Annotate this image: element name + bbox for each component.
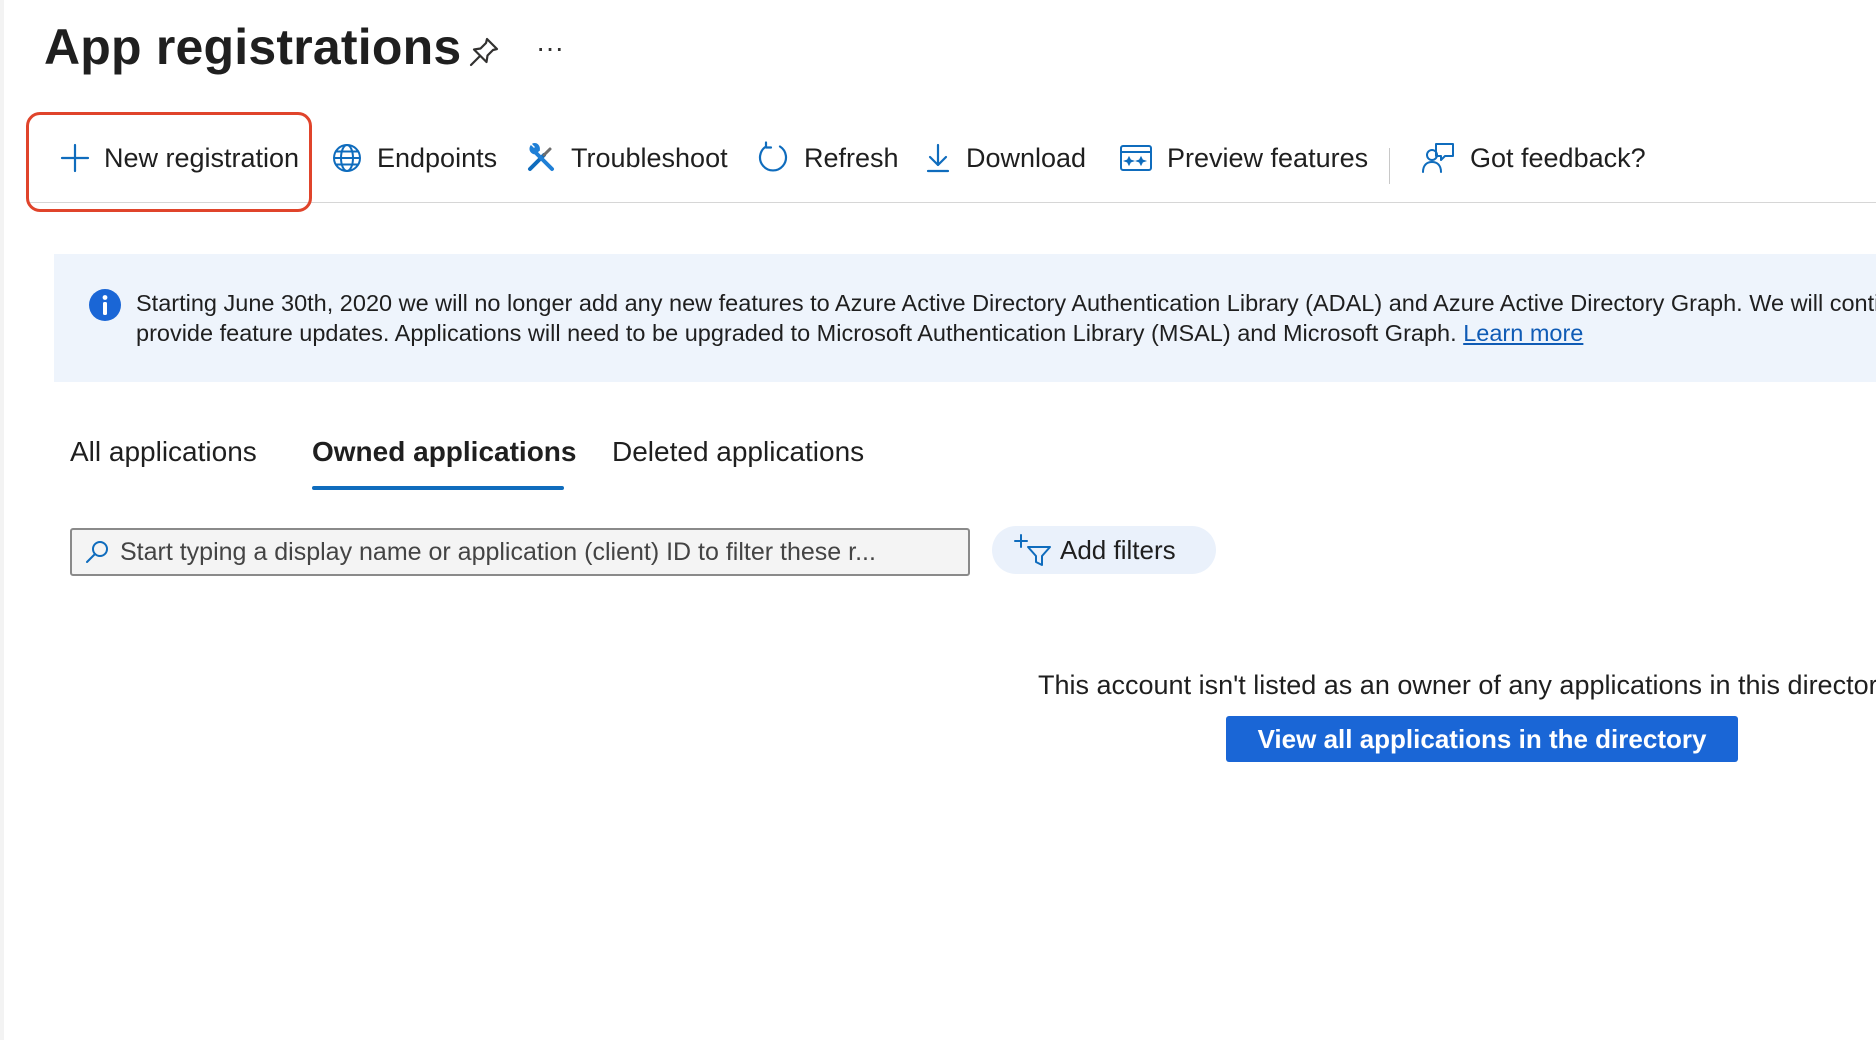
command-bar: New registration Endpoints Troubleshoot (28, 112, 1876, 204)
refresh-icon (758, 141, 788, 172)
search-box[interactable] (70, 528, 970, 576)
banner-line-2-text: provide feature updates. Applications wi… (136, 320, 1464, 346)
info-banner: Starting June 30th, 2020 we will no long… (54, 254, 1876, 382)
toolbar-separator (1389, 148, 1390, 184)
add-filters-label: Add filters (1060, 534, 1176, 565)
tab-all-applications[interactable]: All applications (70, 436, 257, 468)
left-border (0, 0, 4, 1040)
globe-icon (333, 144, 361, 172)
tab-deleted-applications[interactable]: Deleted applications (612, 436, 864, 468)
banner-line-2: provide feature updates. Applications wi… (136, 318, 1876, 348)
banner-line-1: Starting June 30th, 2020 we will no long… (136, 290, 1876, 316)
wrench-screwdriver-icon (528, 143, 554, 171)
tab-owned-applications[interactable]: Owned applications (312, 436, 576, 468)
banner-text: Starting June 30th, 2020 we will no long… (136, 288, 1876, 348)
learn-more-link[interactable]: Learn more (1463, 320, 1583, 346)
new-registration-button[interactable]: New registration (60, 112, 299, 204)
got-feedback-button[interactable]: Got feedback? (1420, 112, 1646, 204)
view-all-applications-button[interactable]: View all applications in the directory (1226, 716, 1738, 762)
search-icon (86, 541, 108, 563)
add-filters-button[interactable]: Add filters (992, 526, 1216, 574)
endpoints-button[interactable]: Endpoints (331, 112, 497, 204)
search-input[interactable] (120, 537, 940, 567)
selected-tab-indicator (312, 486, 564, 490)
download-button[interactable]: Download (924, 112, 1086, 204)
preview-features-icon (1120, 145, 1152, 171)
troubleshoot-button[interactable]: Troubleshoot (525, 112, 728, 204)
pin-icon[interactable] (466, 34, 502, 70)
download-icon (926, 143, 950, 173)
toolbar-divider (30, 202, 1876, 203)
app-registrations-page: App registrations ··· New registration E… (0, 0, 1876, 1040)
more-options-icon[interactable]: ··· (532, 30, 568, 66)
endpoints-label: Endpoints (377, 142, 498, 173)
preview-features-label: Preview features (1167, 142, 1369, 173)
add-filter-icon (1014, 534, 1051, 566)
empty-state-message: This account isn't listed as an owner of… (1038, 670, 1876, 700)
got-feedback-label: Got feedback? (1470, 142, 1646, 173)
new-registration-label: New registration (104, 142, 300, 173)
page-title: App registrations (44, 19, 462, 75)
preview-features-button[interactable]: Preview features (1119, 112, 1368, 204)
feedback-icon (1422, 143, 1454, 173)
troubleshoot-label: Troubleshoot (571, 142, 728, 173)
refresh-label: Refresh (804, 142, 899, 173)
info-icon (89, 289, 121, 321)
plus-icon (60, 143, 90, 173)
download-label: Download (966, 142, 1087, 173)
refresh-button[interactable]: Refresh (756, 112, 899, 204)
